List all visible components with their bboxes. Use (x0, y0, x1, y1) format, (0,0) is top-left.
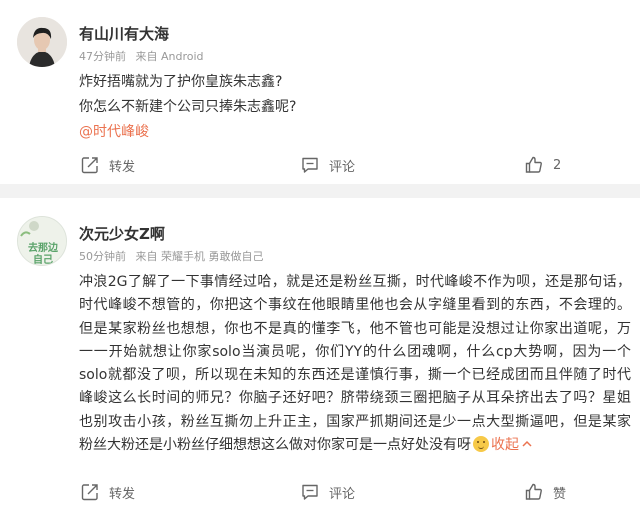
text-line: 炸好捂嘴就为了护你皇族朱志鑫? (79, 74, 283, 90)
post-text: 冲浪2G了解了一下事情经过哈，就是还是粉丝互撕，时代峰峻不作为呗，还是那句话， … (79, 271, 631, 457)
comment-icon (302, 484, 318, 500)
forward-button[interactable]: 转发 (80, 480, 135, 504)
comment-label: 评论 (329, 486, 356, 502)
comment-label: 评论 (329, 159, 356, 175)
forward-button[interactable]: 转发 (80, 153, 135, 177)
post-source: 来自 Android (135, 50, 204, 63)
forward-label: 转发 (109, 486, 136, 502)
text-line: 冲浪2G了解了一下事情经过哈，就是还是粉丝互撕，时代峰峻不作为呗，还是那句话， (79, 274, 631, 290)
post-meta: 50分钟前 来自 荣耀手机 勇敢做自己 (79, 248, 270, 264)
avatar-photo (17, 17, 67, 67)
weibo-post: 有山川有大海 47分钟前 来自 Android 炸好捂嘴就为了护你皇族朱志鑫? … (0, 0, 640, 184)
text-line: 峰峻这么长时间的师兄？你脑子还好吧？脐带绕颈三圈把脑子从耳朵挤出去了吗？星姐 (79, 390, 631, 407)
post-meta: 47分钟前 来自 Android (79, 48, 210, 64)
post-text: 炸好捂嘴就为了护你皇族朱志鑫? 你怎么不新建个公司只捧朱志鑫呢? @时代峰峻 (79, 70, 631, 145)
chevron-up-icon (522, 441, 532, 447)
post-time: 47分钟前 (79, 50, 126, 63)
avatar-photo: 去那边 自己 (18, 217, 66, 266)
avatar[interactable]: 去那边 自己 (17, 216, 67, 266)
post-time: 50分钟前 (79, 250, 126, 263)
forward-label: 转发 (109, 159, 136, 175)
like-count: 2 (553, 157, 562, 173)
avatar-text: 去那边 (28, 241, 59, 254)
text-line: 粉丝大粉还是小粉丝仔细想想这么做对你家可是一点好处没有呀 (79, 437, 471, 454)
thumb-up-icon (525, 156, 542, 173)
comment-button[interactable]: 评论 (300, 153, 355, 177)
smile-emoji-icon (473, 436, 489, 453)
share-icon (81, 484, 98, 501)
like-label: 赞 (553, 486, 567, 502)
weibo-post: 去那边 自己 次元少女Z啊 50分钟前 来自 荣耀手机 勇敢做自己 冲浪2G了解… (0, 198, 640, 506)
thumb-up-icon (525, 483, 542, 500)
collapse-link[interactable]: 收起 (491, 437, 533, 453)
author-name[interactable]: 次元少女Z啊 (79, 223, 165, 244)
collapse-label: 收起 (491, 437, 519, 454)
text-line: 但是某家粉丝也想想，你也不是真的懂李飞，他不管也可能是没想过让你家出道呢，万 (79, 320, 631, 337)
text-line: 你怎么不新建个公司只捧朱志鑫呢? (79, 99, 297, 115)
like-button[interactable]: 2 (524, 153, 561, 177)
author-name[interactable]: 有山川有大海 (79, 23, 169, 44)
avatar[interactable] (17, 17, 67, 67)
mention-link[interactable]: @时代峰峻 (79, 120, 631, 145)
comment-icon (302, 157, 318, 173)
post-source: 来自 荣耀手机 勇敢做自己 (135, 250, 264, 263)
action-bar: 转发 评论 赞 (0, 480, 640, 504)
share-icon (81, 157, 98, 174)
comment-button[interactable]: 评论 (300, 480, 355, 504)
text-line: 一一开始就想让你家solo当演员呢，你们YY的什么团魂啊，什么cp大势啊，因为一… (79, 343, 631, 360)
text-line: 也别攻击小孩，粉丝互撕勿上升正主，国家严抓期间还是少一点大型撕逼吧，但是某家 (79, 413, 631, 430)
text-line-last: 粉丝大粉还是小粉丝仔细想想这么做对你家可是一点好处没有呀 收起 (79, 434, 631, 457)
action-bar: 转发 评论 2 (0, 153, 640, 177)
text-line: solo就都没了呗，所以现在未知的东西还是谨慎行事，撕一个已经成团而且伴随了时代 (79, 367, 631, 384)
avatar-text: 自己 (33, 253, 53, 266)
text-line: 时代峰峻不想管的，你把这个事纹在他眼睛里他也会从字缝里看到的东西，不会理的。 (79, 297, 631, 314)
like-button[interactable]: 赞 (524, 480, 566, 504)
